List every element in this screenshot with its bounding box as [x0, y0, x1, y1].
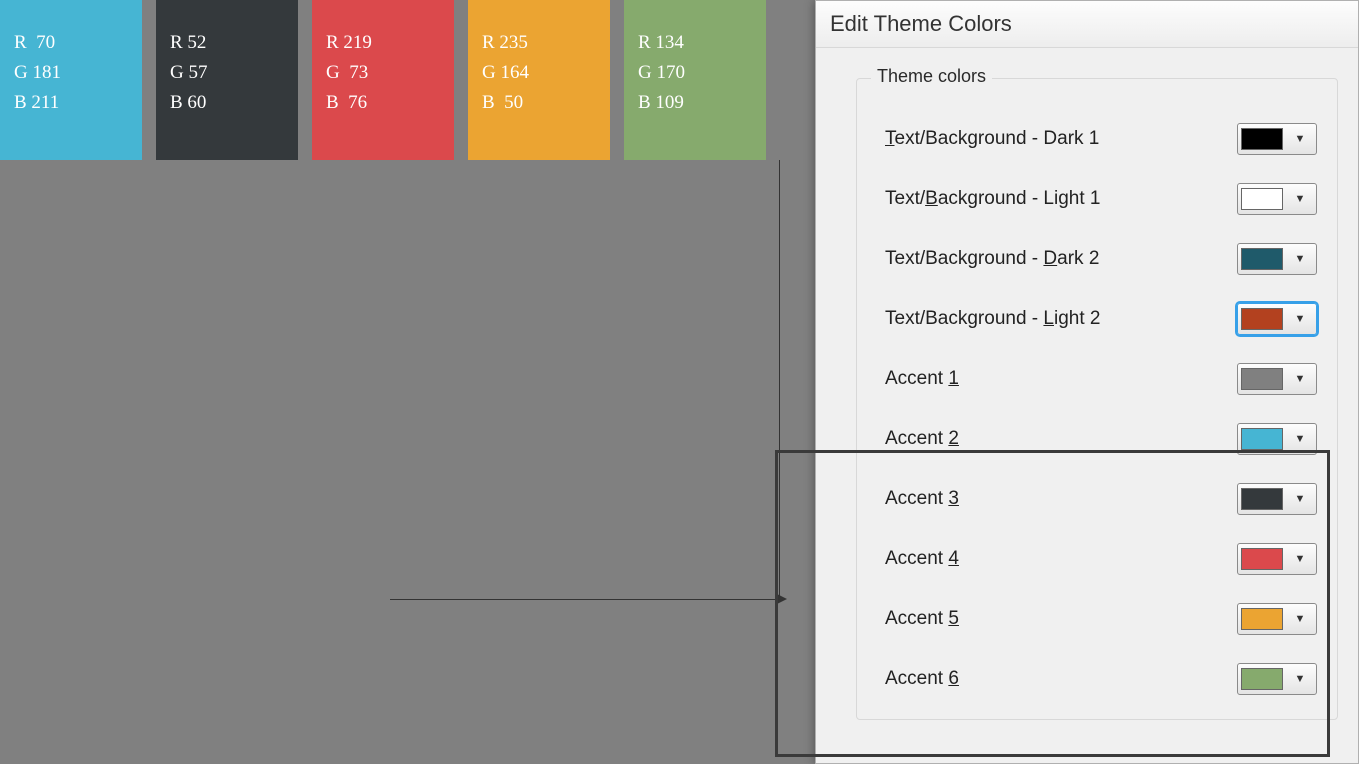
- theme-color-row-8: Accent 4 ▼: [885, 529, 1317, 589]
- color-chip: [1241, 248, 1283, 270]
- color-chip: [1241, 608, 1283, 630]
- chevron-down-icon: ▼: [1287, 373, 1313, 385]
- chevron-down-icon: ▼: [1287, 553, 1313, 565]
- color-picker-button[interactable]: ▼: [1237, 303, 1317, 335]
- theme-color-row-5: Accent 1 ▼: [885, 349, 1317, 409]
- color-picker-button[interactable]: ▼: [1237, 123, 1317, 155]
- theme-color-label: Text/Background - Dark 1: [885, 128, 1099, 150]
- theme-color-label: Accent 1: [885, 368, 959, 390]
- theme-color-label: Text/Background - Light 2: [885, 308, 1100, 330]
- color-chip: [1241, 428, 1283, 450]
- color-picker-button[interactable]: ▼: [1237, 663, 1317, 695]
- color-swatch-4: R 235 G 164 B 50: [468, 0, 610, 160]
- chevron-down-icon: ▼: [1287, 433, 1313, 445]
- color-picker-button[interactable]: ▼: [1237, 363, 1317, 395]
- color-picker-button[interactable]: ▼: [1237, 183, 1317, 215]
- chevron-down-icon: ▼: [1287, 493, 1313, 505]
- chevron-down-icon: ▼: [1287, 313, 1313, 325]
- theme-color-label: Text/Background - Dark 2: [885, 248, 1099, 270]
- theme-color-row-3: Text/Background - Dark 2 ▼: [885, 229, 1317, 289]
- theme-color-row-4: Text/Background - Light 2 ▼: [885, 289, 1317, 349]
- theme-color-label: Accent 2: [885, 428, 959, 450]
- chevron-down-icon: ▼: [1287, 253, 1313, 265]
- color-picker-button[interactable]: ▼: [1237, 603, 1317, 635]
- color-picker-button[interactable]: ▼: [1237, 423, 1317, 455]
- connector-arrow: [390, 160, 780, 600]
- color-chip: [1241, 128, 1283, 150]
- color-swatch-row: R 70 G 181 B 211R 52 G 57 B 60R 219 G 73…: [0, 0, 766, 160]
- theme-color-row-2: Text/Background - Light 1 ▼: [885, 169, 1317, 229]
- group-legend: Theme colors: [871, 66, 992, 87]
- dialog-title: Edit Theme Colors: [816, 1, 1358, 48]
- theme-color-row-10: Accent 6 ▼: [885, 649, 1317, 709]
- theme-color-row-9: Accent 5 ▼: [885, 589, 1317, 649]
- color-chip: [1241, 308, 1283, 330]
- color-picker-button[interactable]: ▼: [1237, 543, 1317, 575]
- color-picker-button[interactable]: ▼: [1237, 483, 1317, 515]
- color-picker-button[interactable]: ▼: [1237, 243, 1317, 275]
- edit-theme-colors-dialog: Edit Theme Colors Theme colors Text/Back…: [815, 0, 1359, 764]
- color-chip: [1241, 548, 1283, 570]
- theme-color-row-1: Text/Background - Dark 1 ▼: [885, 109, 1317, 169]
- theme-color-label: Accent 6: [885, 668, 959, 690]
- color-chip: [1241, 188, 1283, 210]
- color-chip: [1241, 368, 1283, 390]
- color-swatch-2: R 52 G 57 B 60: [156, 0, 298, 160]
- dialog-body: Theme colors Text/Background - Dark 1▼Te…: [816, 48, 1358, 730]
- chevron-down-icon: ▼: [1287, 613, 1313, 625]
- color-swatch-1: R 70 G 181 B 211: [0, 0, 142, 160]
- chevron-down-icon: ▼: [1287, 193, 1313, 205]
- theme-color-label: Text/Background - Light 1: [885, 188, 1100, 210]
- theme-color-label: Accent 4: [885, 548, 959, 570]
- color-swatch-3: R 219 G 73 B 76: [312, 0, 454, 160]
- theme-color-label: Accent 3: [885, 488, 959, 510]
- chevron-down-icon: ▼: [1287, 133, 1313, 145]
- theme-color-label: Accent 5: [885, 608, 959, 630]
- chevron-down-icon: ▼: [1287, 673, 1313, 685]
- color-chip: [1241, 488, 1283, 510]
- theme-colors-group: Theme colors Text/Background - Dark 1▼Te…: [856, 78, 1338, 720]
- color-chip: [1241, 668, 1283, 690]
- theme-color-row-6: Accent 2 ▼: [885, 409, 1317, 469]
- color-swatch-5: R 134 G 170 B 109: [624, 0, 766, 160]
- theme-color-row-7: Accent 3 ▼: [885, 469, 1317, 529]
